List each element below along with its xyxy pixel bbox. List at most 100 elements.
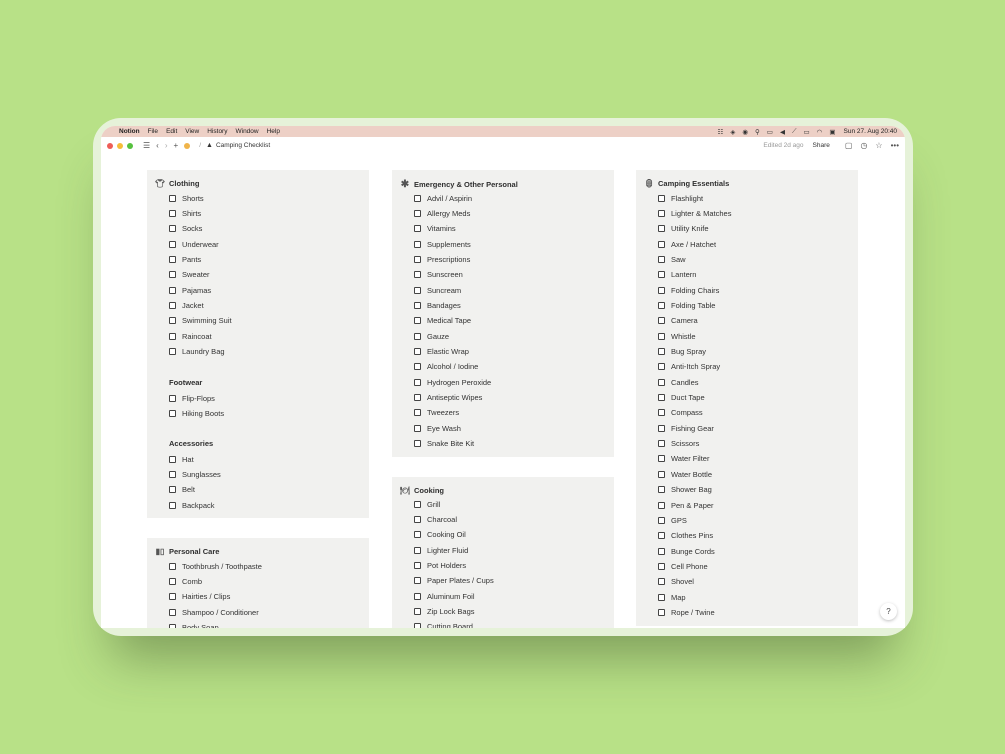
checklist-item[interactable]: Duct Tape xyxy=(658,393,705,403)
sidebar-menu-icon[interactable]: ☰ xyxy=(143,141,150,150)
checkbox[interactable] xyxy=(169,209,176,217)
checkbox[interactable] xyxy=(658,593,665,601)
checklist-item[interactable]: Comb xyxy=(169,576,202,586)
checklist-item[interactable]: Prescriptions xyxy=(414,254,470,264)
checklist-item[interactable]: Gauze xyxy=(414,331,449,341)
checklist-item[interactable]: Anti-Itch Spray xyxy=(658,362,720,372)
checkbox[interactable] xyxy=(658,301,665,309)
checklist-item[interactable]: Shower Bag xyxy=(658,485,712,495)
checklist-item[interactable]: Antiseptic Wipes xyxy=(414,393,482,403)
checklist-item[interactable]: Toothbrush / Toothpaste xyxy=(169,561,262,571)
checkbox[interactable] xyxy=(658,562,665,570)
checklist-item[interactable]: Camera xyxy=(658,316,698,326)
checklist-item[interactable]: Raincoat xyxy=(169,331,212,341)
checkbox[interactable] xyxy=(414,271,421,279)
checkbox[interactable] xyxy=(169,623,176,628)
checklist-item[interactable]: Cell Phone xyxy=(658,561,708,571)
checkbox[interactable] xyxy=(658,424,665,432)
checklist-item[interactable]: Shirts xyxy=(169,208,201,218)
checklist-item[interactable]: Shampoo / Conditioner xyxy=(169,607,259,617)
menu-view[interactable]: View xyxy=(185,128,199,135)
menu-app-name[interactable]: Notion xyxy=(119,128,140,135)
checkbox[interactable] xyxy=(169,608,176,616)
checkbox[interactable] xyxy=(658,286,665,294)
menu-window[interactable]: Window xyxy=(235,128,258,135)
help-button[interactable]: ? xyxy=(880,603,897,620)
checklist-item[interactable]: Rope / Twine xyxy=(658,607,715,617)
checklist-item[interactable]: Laundry Bag xyxy=(169,347,225,357)
checklist-item[interactable]: Tweezers xyxy=(414,408,459,418)
checkbox[interactable] xyxy=(169,194,176,202)
clock[interactable]: Sun 27. Aug 20:40 xyxy=(844,128,898,135)
checklist-item[interactable]: Hiking Boots xyxy=(169,408,224,418)
checkbox[interactable] xyxy=(414,500,421,508)
checklist-item[interactable]: Underwear xyxy=(169,239,219,249)
checkbox[interactable] xyxy=(658,209,665,217)
checkbox[interactable] xyxy=(658,532,665,540)
checklist-item[interactable]: Compass xyxy=(658,408,703,418)
checkbox[interactable] xyxy=(414,240,421,248)
checkbox[interactable] xyxy=(169,593,176,601)
checkbox[interactable] xyxy=(658,240,665,248)
checklist-item[interactable]: Shovel xyxy=(658,577,694,587)
checklist-item[interactable]: Supplements xyxy=(414,239,471,249)
checkbox[interactable] xyxy=(169,317,176,325)
checkbox[interactable] xyxy=(414,394,421,402)
checklist-item[interactable]: Zip Lock Bags xyxy=(414,606,475,616)
wifi-icon[interactable]: ◠ xyxy=(817,128,823,136)
checkbox[interactable] xyxy=(169,562,176,570)
checklist-item[interactable]: Saw xyxy=(658,254,686,264)
checkbox[interactable] xyxy=(658,440,665,448)
checklist-item[interactable]: Flashlight xyxy=(658,193,703,203)
volume-icon[interactable]: ◀ xyxy=(780,128,785,136)
checkbox[interactable] xyxy=(169,348,176,355)
comments-icon[interactable]: ▢ xyxy=(845,141,853,150)
checklist-item[interactable]: Bandages xyxy=(414,300,461,310)
checkbox[interactable] xyxy=(658,332,665,340)
checklist-item[interactable]: Whistle xyxy=(658,331,696,341)
checkbox[interactable] xyxy=(414,424,421,432)
checkbox[interactable] xyxy=(414,531,421,539)
checkbox[interactable] xyxy=(169,286,176,294)
checkbox[interactable] xyxy=(658,608,665,616)
checklist-item[interactable]: Bunge Cords xyxy=(658,546,715,556)
zoom-window-button[interactable] xyxy=(127,142,133,149)
checklist-item[interactable]: GPS xyxy=(658,515,687,525)
checkbox[interactable] xyxy=(658,363,665,371)
checklist-item[interactable]: Map xyxy=(658,592,686,602)
checkbox[interactable] xyxy=(658,547,665,555)
checkbox[interactable] xyxy=(658,486,665,494)
workspace-icon[interactable] xyxy=(184,142,191,149)
checklist-item[interactable]: Vitamins xyxy=(414,224,456,234)
mute-icon[interactable]: ⟋ xyxy=(792,128,797,136)
checklist-item[interactable]: Body Soap xyxy=(169,622,219,628)
checkbox[interactable] xyxy=(414,561,421,569)
share-button[interactable]: Share xyxy=(813,142,830,149)
minimize-window-button[interactable] xyxy=(117,142,123,149)
page-title-breadcrumb[interactable]: Camping Checklist xyxy=(216,142,270,149)
checklist-item[interactable]: Swimming Suit xyxy=(169,316,232,326)
checkbox[interactable] xyxy=(658,225,665,233)
checkbox[interactable] xyxy=(658,409,665,417)
checkbox[interactable] xyxy=(658,378,665,386)
new-page-plus-icon[interactable]: + xyxy=(174,141,179,150)
menu-history[interactable]: History xyxy=(207,128,227,135)
checkbox[interactable] xyxy=(169,255,176,263)
checkbox[interactable] xyxy=(169,577,176,585)
checkbox[interactable] xyxy=(169,501,176,509)
checklist-item[interactable]: Flip-Flops xyxy=(169,393,215,403)
checkbox[interactable] xyxy=(169,301,176,309)
checklist-item[interactable]: Water Filter xyxy=(658,454,709,464)
checkbox[interactable] xyxy=(658,255,665,263)
checkbox[interactable] xyxy=(169,409,176,417)
checkbox[interactable] xyxy=(414,363,421,371)
checklist-item[interactable]: Lighter & Matches xyxy=(658,208,731,218)
checkbox[interactable] xyxy=(169,332,176,340)
checkbox[interactable] xyxy=(658,516,665,524)
checklist-item[interactable]: Folding Table xyxy=(658,300,715,310)
checkbox[interactable] xyxy=(658,455,665,463)
updates-clock-icon[interactable]: ◷ xyxy=(860,141,867,150)
checkbox[interactable] xyxy=(414,209,421,217)
checklist-item[interactable]: Aluminum Foil xyxy=(414,591,475,601)
checklist-item[interactable]: Eye Wash xyxy=(414,423,461,433)
